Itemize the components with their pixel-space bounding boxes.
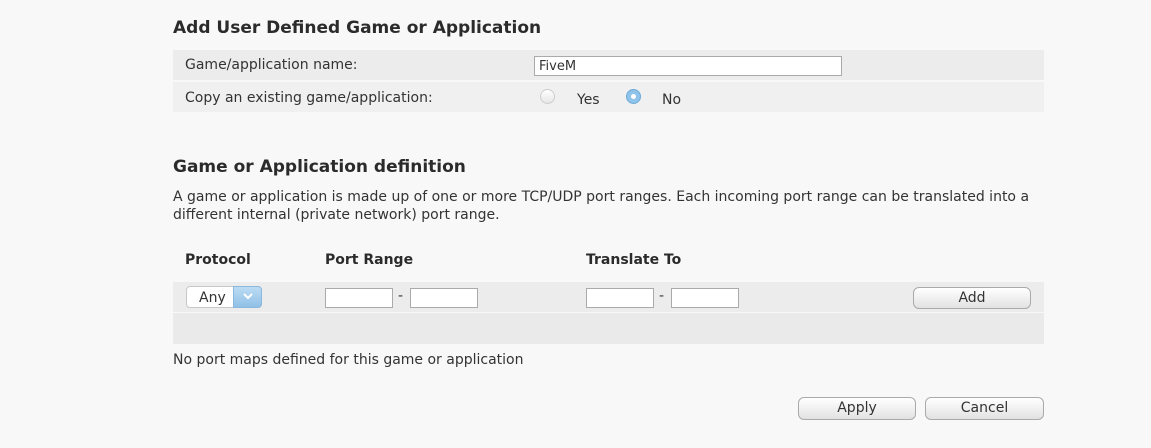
port-range-column-header: Port Range (325, 252, 414, 268)
translate-to-column-header: Translate To (586, 252, 682, 268)
port-range-start-input[interactable] (325, 288, 393, 308)
add-port-map-button[interactable]: Add (913, 287, 1031, 309)
port-range-separator: - (398, 288, 404, 304)
port-map-entry-row: Any - - Add (173, 282, 1044, 312)
translate-start-input[interactable] (586, 288, 654, 308)
port-range-end-input[interactable] (410, 288, 478, 308)
copy-no-radio[interactable] (626, 89, 641, 104)
translate-separator: - (659, 288, 665, 304)
protocol-select[interactable]: Any (186, 286, 262, 308)
definition-description: A game or application is made up of one … (173, 189, 1030, 223)
definition-section-title: Game or Application definition (173, 157, 466, 177)
translate-end-input[interactable] (671, 288, 739, 308)
copy-yes-label: Yes (577, 92, 600, 108)
protocol-column-header: Protocol (185, 252, 251, 268)
chevron-down-icon[interactable] (233, 286, 262, 308)
port-map-list-row (173, 313, 1044, 344)
copy-yes-radio[interactable] (540, 89, 555, 104)
copy-existing-label: Copy an existing game/application: (185, 90, 433, 106)
apply-button[interactable]: Apply (798, 397, 916, 420)
copy-row: Copy an existing game/application: Yes N… (173, 82, 1044, 112)
add-game-section-title: Add User Defined Game or Application (173, 18, 542, 38)
name-row: Game/application name: (173, 50, 1044, 80)
empty-port-maps-note: No port maps defined for this game or ap… (173, 352, 524, 368)
cancel-button[interactable]: Cancel (925, 397, 1044, 420)
protocol-selected-value: Any (199, 290, 226, 306)
game-name-label: Game/application name: (185, 57, 358, 73)
copy-no-label: No (662, 92, 682, 108)
game-name-input[interactable] (534, 56, 842, 76)
